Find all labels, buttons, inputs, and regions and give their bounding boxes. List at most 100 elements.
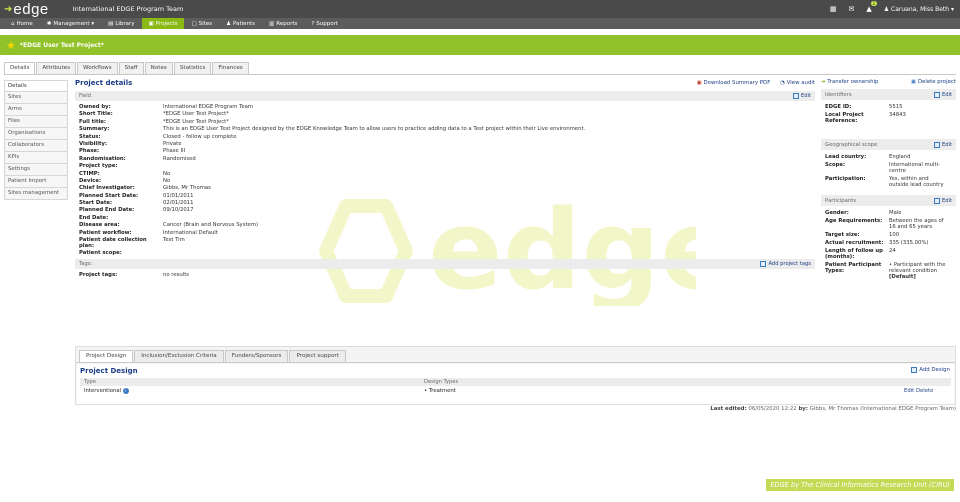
side-item-arms[interactable]: Arms <box>4 104 68 116</box>
tab-inclusion-exclusion[interactable]: Inclusion/Exclusion Criteria <box>134 350 224 362</box>
mail-icon[interactable]: ✉ <box>848 5 854 13</box>
delete-design-link[interactable]: Delete <box>916 388 933 394</box>
view-audit-link[interactable]: ◔ View audit <box>780 80 815 86</box>
side-item-files[interactable]: Files <box>4 116 68 128</box>
edit-geo-button[interactable]: Edit <box>933 141 952 148</box>
nav-library[interactable]: ▤ Library <box>101 18 141 29</box>
detail-key: Full title: <box>79 118 107 125</box>
tags-label: Tags: <box>79 261 93 268</box>
detail-rows: Owned by: International EDGE Program Team… <box>75 104 815 237</box>
detail-value-link[interactable]: International Default <box>163 230 218 237</box>
col-type: Type <box>84 379 96 385</box>
detail-row: Randomisation: Randomised <box>79 156 815 163</box>
footer-credit: EDGE by The Clinical Informatics Researc… <box>766 479 954 491</box>
delete-project-link[interactable]: ▣ Delete project <box>911 79 956 85</box>
calendar-icon[interactable]: ▦ <box>830 5 837 13</box>
tab-funders-sponsors[interactable]: Funders/Sponsors <box>224 350 289 362</box>
side-item-kpis[interactable]: KPIs <box>4 152 68 164</box>
project-details-panel: Project details ▣ Download Summary PDF ◔… <box>75 79 815 280</box>
info-icon[interactable]: i <box>122 388 129 394</box>
main-nav: ⌂ Home ✱ Management ▾ ▤ Library ▣ Projects ▢… <box>0 18 960 29</box>
tab-attributes[interactable]: Attributes <box>36 62 77 74</box>
star-icon[interactable]: ★ <box>6 39 16 52</box>
edit-icon <box>933 197 940 204</box>
detail-row: Start Date: 02/01/2011 <box>79 200 815 207</box>
detail-key: Short Title: <box>79 111 113 118</box>
detail-value: 01/01/2011 <box>163 192 194 199</box>
tab-project-support[interactable]: Project support <box>289 350 346 362</box>
side-item-patient-import[interactable]: Patient Import <box>4 176 68 188</box>
detail-row: Owned by: International EDGE Program Team <box>79 104 815 111</box>
detail-value: Private <box>163 140 182 147</box>
edit-identifiers-button[interactable]: Edit <box>933 91 952 98</box>
detail-value: Phase III <box>163 148 186 155</box>
project-title: *EDGE User Test Project* <box>19 41 104 49</box>
tab-details[interactable]: Details <box>4 62 36 74</box>
detail-key: CTIMP: <box>79 170 100 177</box>
nav-sites[interactable]: ▢ Sites <box>184 18 219 29</box>
side-item-details[interactable]: Details <box>4 80 68 92</box>
detail-row: Chief Investigator: Gibbs, Mr Thomas <box>79 185 815 192</box>
local-ref-row: Local Project Reference: 34843 <box>825 112 906 124</box>
detail-value-link[interactable]: Gibbs, Mr Thomas <box>163 185 211 192</box>
detail-value: Cancer (Brain and Nervous System) <box>163 222 259 229</box>
notifications-icon[interactable]: ▲ 2 <box>866 1 877 13</box>
tab-staff[interactable]: Staff <box>118 62 144 74</box>
tab-workflows[interactable]: Workflows <box>77 62 118 74</box>
tab-statistics[interactable]: Statistics <box>173 62 212 74</box>
nav-support[interactable]: ? Support <box>304 18 345 29</box>
detail-row: Full title: *EDGE User Test Project* <box>79 119 815 126</box>
side-item-sites-management[interactable]: Sites management <box>4 188 68 200</box>
transfer-ownership-link[interactable]: ➜ Transfer ownership <box>821 79 878 85</box>
tags-header: Tags: Add project tags <box>75 259 815 270</box>
field-header-label: Field <box>79 93 91 99</box>
tab-finances[interactable]: Finances <box>212 62 249 74</box>
detail-row: CTIMP: No <box>79 171 815 178</box>
detail-row: Device: No <box>79 178 815 185</box>
nav-home[interactable]: ⌂ Home <box>4 18 40 29</box>
project-title-bar: ★ *EDGE User Test Project* <box>0 35 960 55</box>
side-item-sites[interactable]: Sites <box>4 92 68 104</box>
detail-value: *EDGE User Test Project* <box>163 111 229 118</box>
target-row: Target size: 100 <box>825 232 900 238</box>
detail-key: Chief Investigator: <box>79 185 135 192</box>
tab-notes[interactable]: Notes <box>144 62 173 74</box>
detail-row: Patient workflow: International Default <box>79 230 815 237</box>
design-type-value: Interventional <box>84 388 122 394</box>
patients-icon: ♟ <box>226 20 232 27</box>
download-pdf-link[interactable]: ▣ Download Summary PDF <box>697 80 771 86</box>
tab-project-design[interactable]: Project Design <box>79 350 134 362</box>
add-design-button[interactable]: Add Design <box>911 367 950 373</box>
side-item-settings[interactable]: Settings <box>4 164 68 176</box>
detail-row: Phase: Phase III <box>79 148 815 155</box>
side-item-organisations[interactable]: Organisations <box>4 128 68 140</box>
detail-key: Patient date collection plan: <box>79 237 147 250</box>
edit-design-link[interactable]: Edit <box>904 388 914 394</box>
nav-projects[interactable]: ▣ Projects <box>141 18 185 29</box>
add-project-tags-button[interactable]: Add project tags <box>760 261 811 268</box>
detail-row: Planned Start Date: 01/01/2011 <box>79 193 815 200</box>
user-menu[interactable]: ♟ Caruana, Miss Beth ▾ <box>884 6 954 13</box>
detail-key: Project type: <box>79 163 118 170</box>
lead-country-row: Lead country: England <box>825 154 911 160</box>
detail-key: Status: <box>79 133 101 140</box>
field-header: Field Edit <box>75 91 815 101</box>
side-item-collaborators[interactable]: Collaborators <box>4 140 68 152</box>
edge-logo[interactable]: ➜ edge <box>4 2 49 17</box>
edit-details-button[interactable]: Edit <box>792 93 811 99</box>
gender-row: Gender: Male <box>825 210 902 216</box>
col-design-types: Design Types <box>424 379 459 385</box>
detail-value-link[interactable]: International EDGE Program Team <box>163 104 253 111</box>
detail-row: Status: Closed - follow up complete <box>79 134 815 141</box>
edit-participants-button[interactable]: Edit <box>933 197 952 204</box>
notification-badge: 2 <box>871 1 877 6</box>
design-table-row: Interventional i • Treatment Edit Delete <box>84 388 934 394</box>
nav-management[interactable]: ✱ Management ▾ <box>40 18 101 29</box>
detail-key: Device: <box>79 177 102 184</box>
logo-text: edge <box>13 0 49 18</box>
management-icon: ✱ <box>46 20 52 27</box>
nav-patients[interactable]: ♟ Patients <box>219 18 262 29</box>
top-header: ➜ edge International EDGE Program Team ▦… <box>0 0 960 18</box>
nav-reports[interactable]: ▥ Reports <box>262 18 304 29</box>
project-tabs: Details Attributes Workflows Staff Notes… <box>4 62 250 74</box>
